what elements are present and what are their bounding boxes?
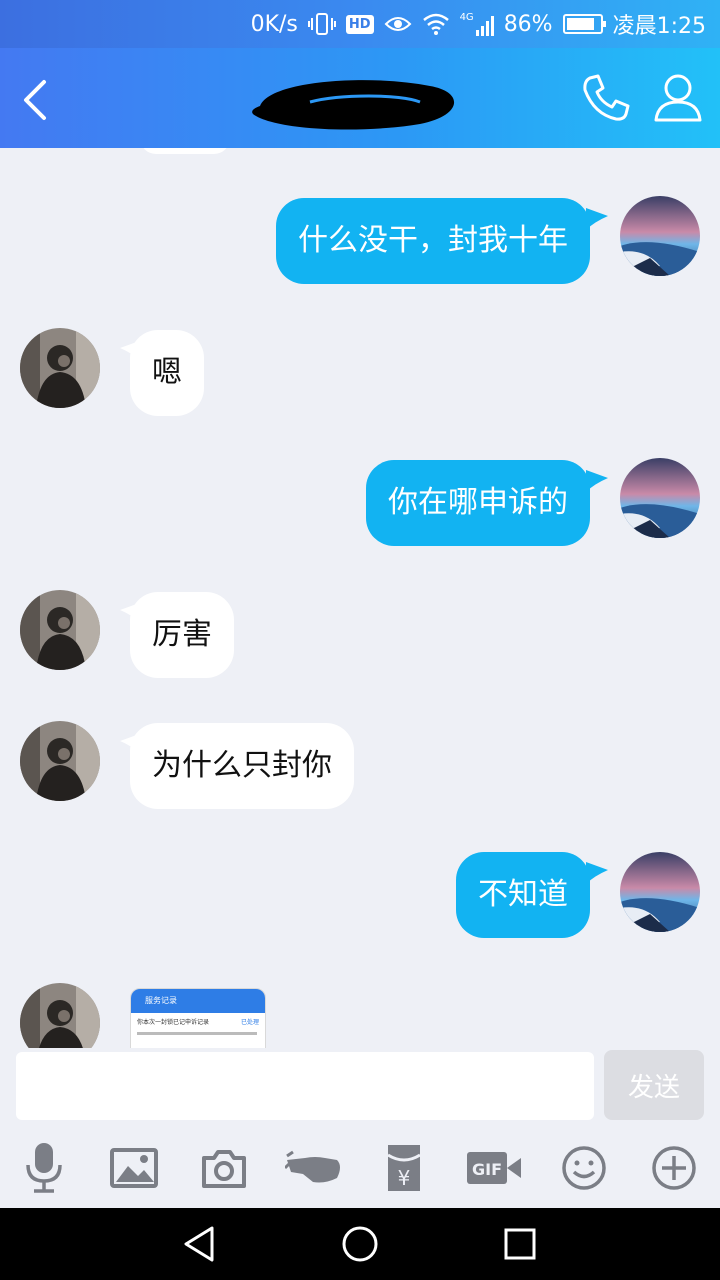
gif-icon[interactable]: GIF — [464, 1136, 524, 1200]
thumbnail-divider — [137, 1032, 257, 1035]
input-bar: 发送 ¥ GIF — [0, 1048, 720, 1208]
previous-message-bubble — [140, 148, 230, 154]
nav-recents-icon[interactable] — [498, 1222, 542, 1266]
phone-icon[interactable] — [578, 70, 634, 126]
image-message-thumbnail[interactable]: 服务记录 你本次一封锁已记申诉记录 已处理 — [130, 988, 266, 1048]
gif-label: GIF — [472, 1160, 502, 1179]
wifi-icon — [422, 13, 449, 35]
toolbar: ¥ GIF — [0, 1136, 720, 1200]
message-bubble[interactable]: 你在哪申诉的 — [366, 460, 590, 546]
status-bar: 0K/s HD 4G 86% 凌晨1:25 — [0, 0, 720, 48]
chevron-left-icon[interactable] — [8, 70, 68, 130]
eye-icon — [384, 17, 411, 31]
redacted-contact-name — [252, 80, 455, 130]
battery-percent: 86% — [503, 11, 553, 37]
thumbnail-line: 你本次一封锁已记申诉记录 — [137, 1019, 210, 1026]
message-bubble[interactable]: 嗯 — [130, 330, 204, 416]
my-avatar[interactable] — [620, 458, 700, 538]
network-type: 4G — [459, 12, 474, 23]
user-icon[interactable] — [650, 70, 706, 126]
thumbnail-tag: 已处理 — [240, 1019, 259, 1026]
contact-avatar[interactable] — [20, 590, 100, 670]
contact-avatar[interactable] — [20, 721, 100, 801]
chat-header — [0, 48, 720, 148]
plus-icon[interactable] — [644, 1136, 704, 1200]
clock: 凌晨1:25 — [612, 14, 706, 39]
message-input[interactable] — [16, 1052, 594, 1120]
my-avatar[interactable] — [620, 196, 700, 276]
poke-hand-icon[interactable] — [284, 1136, 344, 1200]
signal-indicator: 4G — [460, 12, 494, 36]
status-icons: 0K/s HD 4G 86% 凌晨1:25 — [251, 0, 706, 48]
bubble-tail — [586, 470, 608, 492]
image-icon[interactable] — [104, 1136, 164, 1200]
hd-badge: HD — [345, 14, 374, 34]
thumbnail-row: 你本次一封锁已记申诉记录 已处理 — [131, 1013, 265, 1026]
message-bubble[interactable]: 为什么只封你 — [130, 723, 354, 809]
emoji-icon[interactable] — [554, 1136, 614, 1200]
system-navigation-bar — [0, 1208, 720, 1280]
contact-avatar[interactable] — [20, 983, 100, 1048]
send-button[interactable]: 发送 — [604, 1050, 704, 1120]
vibrate-icon — [307, 13, 336, 35]
bubble-tail — [586, 862, 608, 884]
network-speed: 0K/s — [250, 11, 298, 37]
bubble-tail — [586, 208, 608, 230]
thumbnail-title: 服务记录 — [131, 989, 265, 1013]
message-bubble[interactable]: 不知道 — [456, 852, 590, 938]
red-packet-label: ¥ — [398, 1166, 411, 1190]
message-bubble[interactable]: 厉害 — [130, 592, 234, 678]
contact-avatar[interactable] — [20, 328, 100, 408]
microphone-icon[interactable] — [14, 1136, 74, 1200]
nav-back-icon[interactable] — [178, 1222, 222, 1266]
camera-icon[interactable] — [194, 1136, 254, 1200]
my-avatar[interactable] — [620, 852, 700, 932]
nav-home-icon[interactable] — [338, 1222, 382, 1266]
red-packet-icon[interactable]: ¥ — [374, 1136, 434, 1200]
message-bubble[interactable]: 什么没干，封我十年 — [276, 198, 590, 284]
battery-icon — [562, 14, 606, 34]
message-list[interactable]: 什么没干，封我十年 嗯 你在哪申诉的 厉害 为什么只封你 不知道 服务记录 你本… — [0, 148, 720, 1048]
